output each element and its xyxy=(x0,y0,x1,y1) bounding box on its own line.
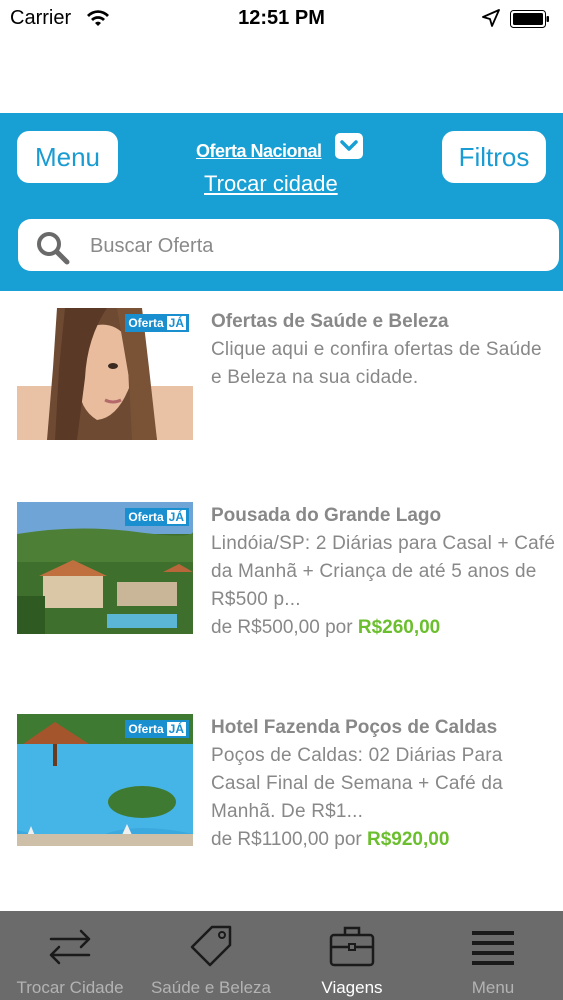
menu-button[interactable]: Menu xyxy=(17,131,118,183)
tab-viagens[interactable]: Viagens xyxy=(282,911,422,1000)
tab-saude-e-beleza[interactable]: Saúde e Beleza xyxy=(141,911,281,1000)
change-city-link[interactable]: Trocar cidade xyxy=(204,171,338,197)
tag-icon xyxy=(190,925,232,967)
clock: 12:51 PM xyxy=(238,7,325,29)
tab-label: Trocar Cidade xyxy=(16,978,124,997)
offer-title[interactable]: Hotel Fazenda Poços de Caldas xyxy=(211,714,556,742)
offer-text: Ofertas de Saúde e Beleza Clique aqui e … xyxy=(211,308,556,392)
tab-bar: Trocar Cidade Saúde e Beleza Viagens Men… xyxy=(0,911,563,1000)
oferta-ja-badge: Oferta JÁ xyxy=(125,508,189,526)
price-old: de R$1100,00 por xyxy=(211,829,362,850)
offer-text: Pousada do Grande Lago Lindóia/SP: 2 Diá… xyxy=(211,502,556,642)
tab-trocar-cidade[interactable]: Trocar Cidade xyxy=(0,911,140,1000)
status-bar: Carrier 12:51 PM xyxy=(0,0,563,40)
offer-description: Clique aqui e confira ofertas de Saúde e… xyxy=(211,339,542,388)
offer-text: Hotel Fazenda Poços de Caldas Poços de C… xyxy=(211,714,556,854)
oferta-ja-badge: Oferta JÁ xyxy=(125,314,189,332)
tab-menu[interactable]: Menu xyxy=(423,911,563,1000)
header-bar: Menu Oferta Nacional Trocar cidade Filtr… xyxy=(0,113,563,291)
price-new: R$260,00 xyxy=(357,617,441,638)
offer-title[interactable]: Ofertas de Saúde e Beleza xyxy=(211,308,556,336)
price-new: R$920,00 xyxy=(367,829,450,850)
offer-item[interactable]: Oferta JÁ Ofertas de Saúde e Beleza Cliqu… xyxy=(0,308,563,458)
tab-label: Viagens xyxy=(321,978,383,997)
swap-arrows-icon xyxy=(49,929,91,965)
offer-price: de R$500,00 por R$260,00 xyxy=(211,614,556,642)
offer-title[interactable]: Pousada do Grande Lago xyxy=(211,502,556,530)
offer-item[interactable]: Oferta JÁ Hotel Fazenda Poços de Caldas P… xyxy=(0,714,563,864)
location-arrow-icon xyxy=(482,9,500,27)
filters-button[interactable]: Filtros xyxy=(442,131,546,183)
search-input[interactable] xyxy=(88,219,532,273)
price-old: de R$500,00 por xyxy=(211,617,353,638)
battery-icon xyxy=(510,10,549,28)
briefcase-icon xyxy=(329,926,375,967)
offer-image-beauty[interactable]: Oferta JÁ xyxy=(17,308,193,440)
offer-description: Poços de Caldas: 02 Diárias Para Casal F… xyxy=(211,745,503,822)
chevron-down-icon[interactable] xyxy=(335,133,363,159)
offer-description: Lindóia/SP: 2 Diárias para Casal + Café … xyxy=(211,533,556,610)
search-icon xyxy=(37,232,70,265)
tab-label: Saúde e Beleza xyxy=(150,978,272,997)
city-title[interactable]: Oferta Nacional xyxy=(196,141,322,162)
tab-label: Menu xyxy=(471,978,515,997)
offer-image-hotel[interactable]: Oferta JÁ xyxy=(17,714,193,846)
offer-price: de R$1100,00 por R$920,00 xyxy=(211,826,556,854)
menu-lines-icon xyxy=(472,931,514,965)
search-bar xyxy=(18,219,559,273)
offer-item[interactable]: Oferta JÁ Pousada do Grande Lago Lindóia/… xyxy=(0,502,563,652)
oferta-ja-badge: Oferta JÁ xyxy=(125,720,189,738)
offer-image-pousada[interactable]: Oferta JÁ xyxy=(17,502,193,634)
